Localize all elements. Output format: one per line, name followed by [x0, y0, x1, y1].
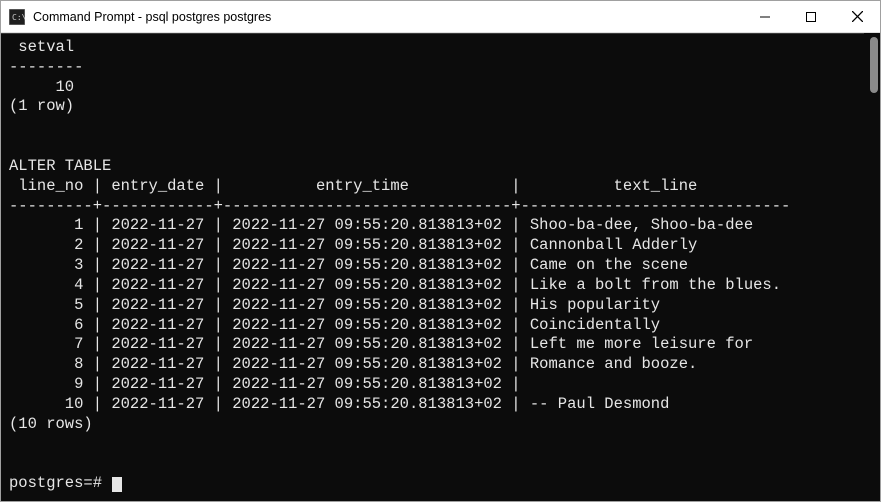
titlebar[interactable]: C:\ Command Prompt - psql postgres postg… [1, 1, 880, 33]
terminal[interactable]: setval-------- 10(1 row) ALTER TABLE lin… [1, 33, 864, 501]
terminal-line: 4 | 2022-11-27 | 2022-11-27 09:55:20.813… [9, 276, 856, 296]
maximize-button[interactable] [788, 1, 834, 32]
terminal-line: 8 | 2022-11-27 | 2022-11-27 09:55:20.813… [9, 355, 856, 375]
terminal-line: ---------+------------+-----------------… [9, 197, 856, 217]
terminal-line: ALTER TABLE [9, 157, 856, 177]
terminal-line: (1 row) [9, 97, 856, 117]
terminal-line: setval [9, 38, 856, 58]
terminal-line: -------- [9, 58, 856, 78]
terminal-line: 9 | 2022-11-27 | 2022-11-27 09:55:20.813… [9, 375, 856, 395]
terminal-line [9, 435, 856, 455]
terminal-line [9, 454, 856, 474]
terminal-line: 1 | 2022-11-27 | 2022-11-27 09:55:20.813… [9, 216, 856, 236]
cmd-icon: C:\ [9, 9, 25, 25]
window-controls [742, 1, 880, 32]
terminal-line: 10 [9, 78, 856, 98]
terminal-line [9, 137, 856, 157]
scrollbar-thumb[interactable] [870, 37, 878, 93]
terminal-line: 6 | 2022-11-27 | 2022-11-27 09:55:20.813… [9, 316, 856, 336]
terminal-line: 10 | 2022-11-27 | 2022-11-27 09:55:20.81… [9, 395, 856, 415]
terminal-line: 3 | 2022-11-27 | 2022-11-27 09:55:20.813… [9, 256, 856, 276]
close-button[interactable] [834, 1, 880, 32]
window-title: Command Prompt - psql postgres postgres [33, 10, 271, 24]
terminal-line: line_no | entry_date | entry_time | text… [9, 177, 856, 197]
window: C:\ Command Prompt - psql postgres postg… [0, 0, 881, 502]
scrollbar-track[interactable] [864, 33, 880, 501]
terminal-line: 7 | 2022-11-27 | 2022-11-27 09:55:20.813… [9, 335, 856, 355]
prompt-line[interactable]: postgres=# [9, 474, 856, 494]
terminal-line: 5 | 2022-11-27 | 2022-11-27 09:55:20.813… [9, 296, 856, 316]
terminal-line [9, 117, 856, 137]
terminal-wrap: setval-------- 10(1 row) ALTER TABLE lin… [1, 33, 880, 501]
svg-text:C:\: C:\ [12, 13, 25, 22]
terminal-line: (10 rows) [9, 415, 856, 435]
minimize-button[interactable] [742, 1, 788, 32]
cursor [112, 477, 121, 493]
prompt-text: postgres=# [9, 474, 111, 492]
terminal-line: 2 | 2022-11-27 | 2022-11-27 09:55:20.813… [9, 236, 856, 256]
